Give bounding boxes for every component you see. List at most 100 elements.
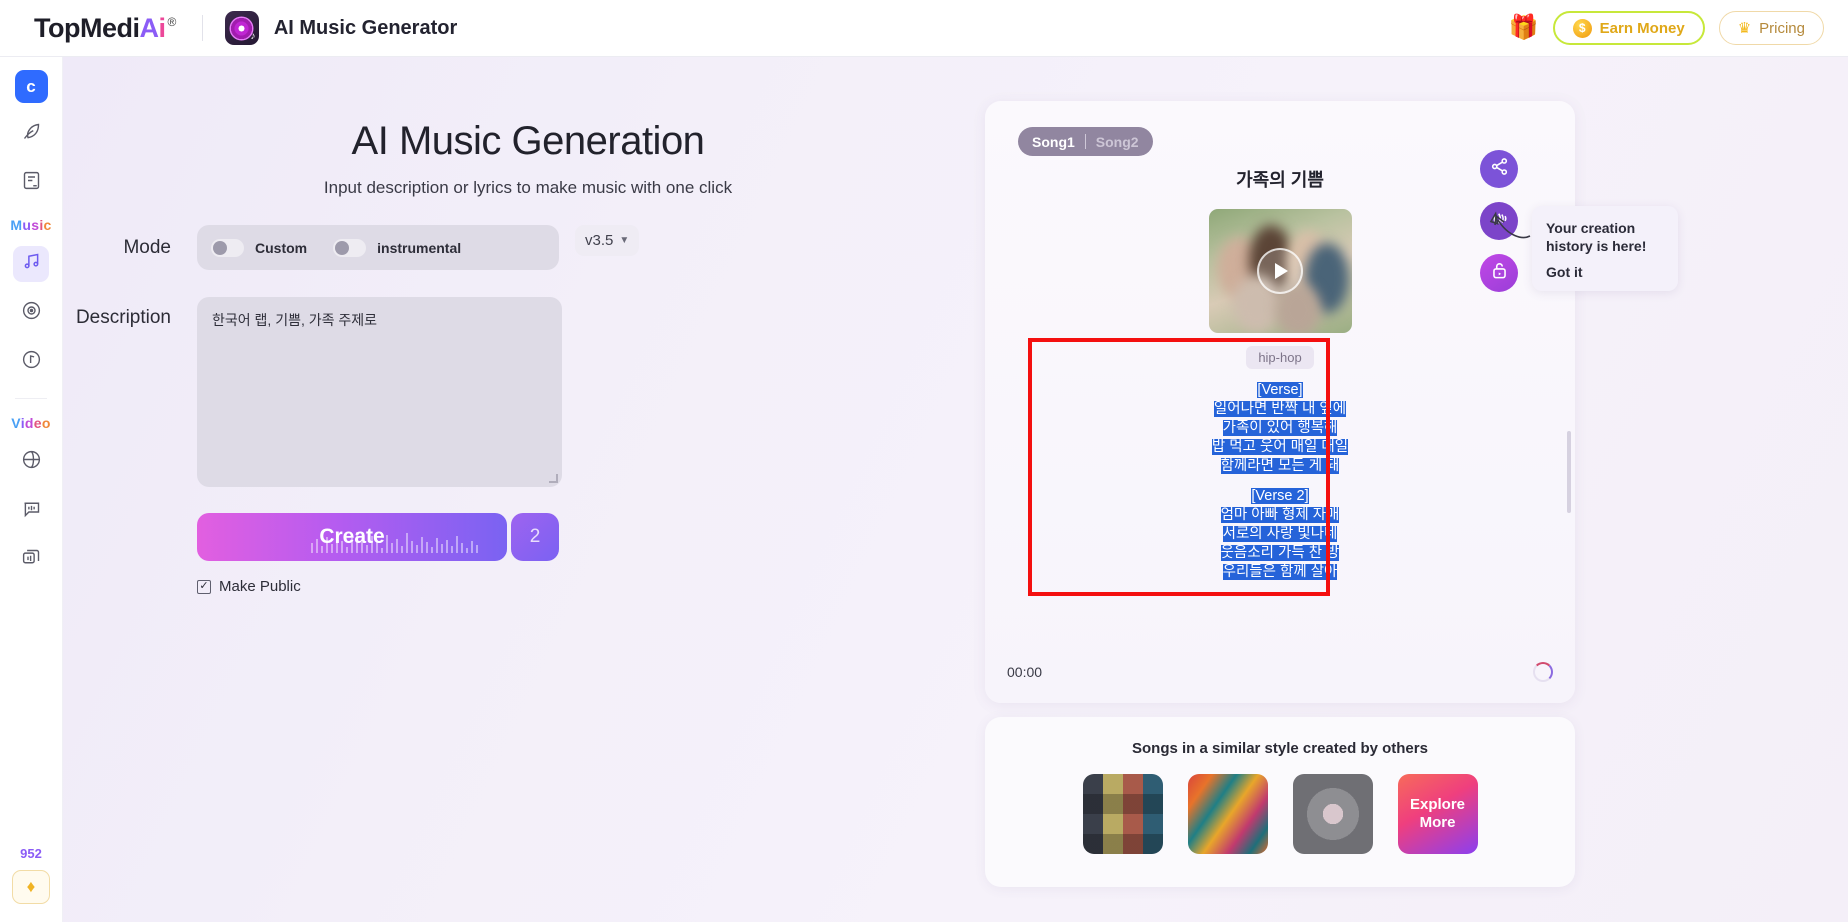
vinyl-disc-icon: ♪ — [231, 17, 256, 42]
similar-song-thumb-1[interactable] — [1082, 774, 1163, 854]
sidebar-item-video-globe[interactable] — [13, 444, 49, 480]
lyric-line: 웃음소리 가득 찬 방 — [1220, 545, 1340, 561]
play-button[interactable] — [1257, 248, 1303, 294]
sidebar-section-music: Music — [10, 217, 52, 233]
music-note-circle-icon — [21, 349, 42, 375]
waveform-decoration — [311, 532, 478, 553]
player-bar: 00:00 — [985, 641, 1575, 703]
sidebar-item-vinyl[interactable] — [13, 295, 49, 331]
lyric-line: [Verse 2] — [1251, 488, 1309, 504]
similar-song-thumb-2[interactable] — [1187, 774, 1268, 854]
make-public-checkbox[interactable]: ✓ — [197, 579, 211, 594]
description-row: Description 한국어 랩, 기쁨, 가족 주제로 — [63, 297, 993, 487]
header-divider — [201, 15, 203, 41]
tooltip-line-1: Your creation — [1546, 220, 1636, 236]
layers-stack-icon — [21, 547, 42, 573]
registered-mark: ® — [167, 14, 177, 29]
version-value: v3.5 — [585, 232, 614, 249]
tooltip-message: Your creation history is here! — [1546, 219, 1664, 255]
resize-handle[interactable] — [549, 474, 558, 483]
app-header: TopMedi Ai ® ♪ AI Music Generator 🎁 $ Earn… — [0, 0, 1848, 57]
mode-row: Mode Custom instrumental v3.5 ▼ — [63, 225, 993, 270]
share-icon — [1490, 157, 1509, 181]
version-select[interactable]: v3.5 ▼ — [575, 225, 640, 256]
description-label: Description — [75, 307, 171, 328]
pricing-button[interactable]: ♛ Pricing — [1718, 11, 1824, 45]
similar-songs-title: Songs in a similar style created by othe… — [1132, 740, 1428, 757]
lyrics-text[interactable]: [Verse] 일어나면 반짝 내 옆에 가족이 있어 행복해 밥 먹고 웃어 … — [985, 381, 1575, 582]
mode-controls: Custom instrumental — [197, 225, 559, 270]
song-tabs: Song1 Song2 — [1018, 127, 1153, 156]
similar-songs-list: Explore More — [985, 774, 1575, 854]
generation-heading: AI Music Generation — [351, 119, 705, 163]
lock-unlock-icon — [1490, 261, 1509, 285]
description-input[interactable]: 한국어 랩, 기쁨, 가족 주제로 — [197, 297, 562, 487]
sidebar-item-video-caption[interactable] — [13, 493, 49, 529]
tab-song1[interactable]: Song1 — [1032, 134, 1075, 150]
similar-song-thumb-3[interactable] — [1292, 774, 1373, 854]
sidebar-credits: 952 ♦ — [12, 846, 50, 904]
sidebar-item-ai-tools[interactable] — [13, 116, 49, 152]
tab-song2[interactable]: Song2 — [1096, 134, 1139, 150]
custom-toggle-label: Custom — [255, 239, 308, 256]
gem-button[interactable]: ♦ — [12, 870, 50, 904]
music-notes-icon — [21, 251, 42, 277]
gift-icon[interactable]: 🎁 — [1509, 16, 1539, 40]
tooltip-pointer-arrow — [1489, 211, 1531, 239]
speech-caption-icon — [21, 498, 42, 524]
sidebar-item-tiktok-music[interactable] — [13, 344, 49, 380]
chevron-down-icon: ▼ — [619, 235, 630, 246]
generator-form: AI Music Generation Input description or… — [63, 57, 993, 922]
custom-toggle[interactable] — [211, 238, 244, 257]
lyric-line: 함께라면 모든 게 돼 — [1220, 458, 1340, 474]
song-cover-art[interactable] — [1208, 209, 1352, 333]
explore-more-button[interactable]: Explore More — [1397, 774, 1478, 854]
sidebar-section-video: Video — [11, 415, 51, 431]
music-note-icon: ♪ — [250, 30, 256, 42]
lyric-line: 가족이 있어 행복해 — [1222, 420, 1338, 436]
sidebar-item-text-doc[interactable] — [13, 165, 49, 201]
sidebar-item-music-generator[interactable] — [13, 246, 49, 282]
explore-more-label: Explore More — [1409, 796, 1466, 831]
sidebar-logo[interactable]: c — [14, 70, 48, 103]
play-icon — [1275, 263, 1288, 279]
page-title: AI Music Generator — [273, 16, 458, 39]
earn-money-label: Earn Money — [1599, 19, 1685, 37]
tooltip-got-it-button[interactable]: Got it — [1546, 264, 1664, 280]
unlock-button[interactable] — [1480, 254, 1518, 292]
credit-count: 952 — [20, 846, 42, 861]
earn-money-button[interactable]: $ Earn Money — [1552, 11, 1705, 45]
tab-divider — [1084, 134, 1086, 149]
lyric-line: [Verse] — [1257, 382, 1303, 398]
brand-logo[interactable]: TopMedi Ai ® — [34, 13, 176, 44]
gem-icon: ♦ — [26, 877, 36, 896]
tooltip-line-2: history is here! — [1546, 238, 1647, 254]
instrumental-toggle-label: instrumental — [377, 239, 462, 256]
brand-name-i: i — [158, 12, 166, 43]
lyric-line: 밥 먹고 웃어 매일 매일 — [1211, 439, 1349, 455]
lyric-line: 서로의 사랑 빛나네 — [1222, 526, 1338, 542]
brand-name-a: A — [139, 12, 159, 43]
lyrics-scrollbar[interactable] — [1567, 431, 1571, 513]
lyric-line: 엄마 아빠 형제 자매 — [1220, 507, 1340, 523]
instrumental-toggle[interactable] — [333, 238, 367, 257]
leaf-edit-icon — [21, 121, 42, 147]
vinyl-disc-icon — [21, 300, 42, 326]
music-app-icon: ♪ — [224, 11, 259, 45]
playback-time: 00:00 — [1007, 664, 1043, 680]
crown-icon: ♛ — [1737, 20, 1752, 37]
make-public-label: Make Public — [219, 578, 301, 595]
lyric-blank-line — [1025, 476, 1535, 487]
create-button[interactable]: Create — [197, 513, 507, 561]
header-actions: 🎁 $ Earn Money ♛ Pricing — [1509, 11, 1824, 45]
document-text-icon — [21, 170, 42, 196]
share-button[interactable] — [1480, 150, 1518, 188]
make-public-row[interactable]: ✓ Make Public — [197, 578, 993, 595]
genre-tag: hip-hop — [1246, 346, 1314, 369]
similar-songs-section: Songs in a similar style created by othe… — [985, 717, 1575, 887]
mode-label: Mode — [123, 237, 171, 258]
main-canvas: AI Music Generation Input description or… — [63, 57, 1848, 922]
create-count-badge[interactable]: 2 — [511, 513, 559, 561]
sidebar-item-video-stack[interactable] — [13, 542, 49, 578]
description-value: 한국어 랩, 기쁨, 가족 주제로 — [212, 312, 378, 328]
